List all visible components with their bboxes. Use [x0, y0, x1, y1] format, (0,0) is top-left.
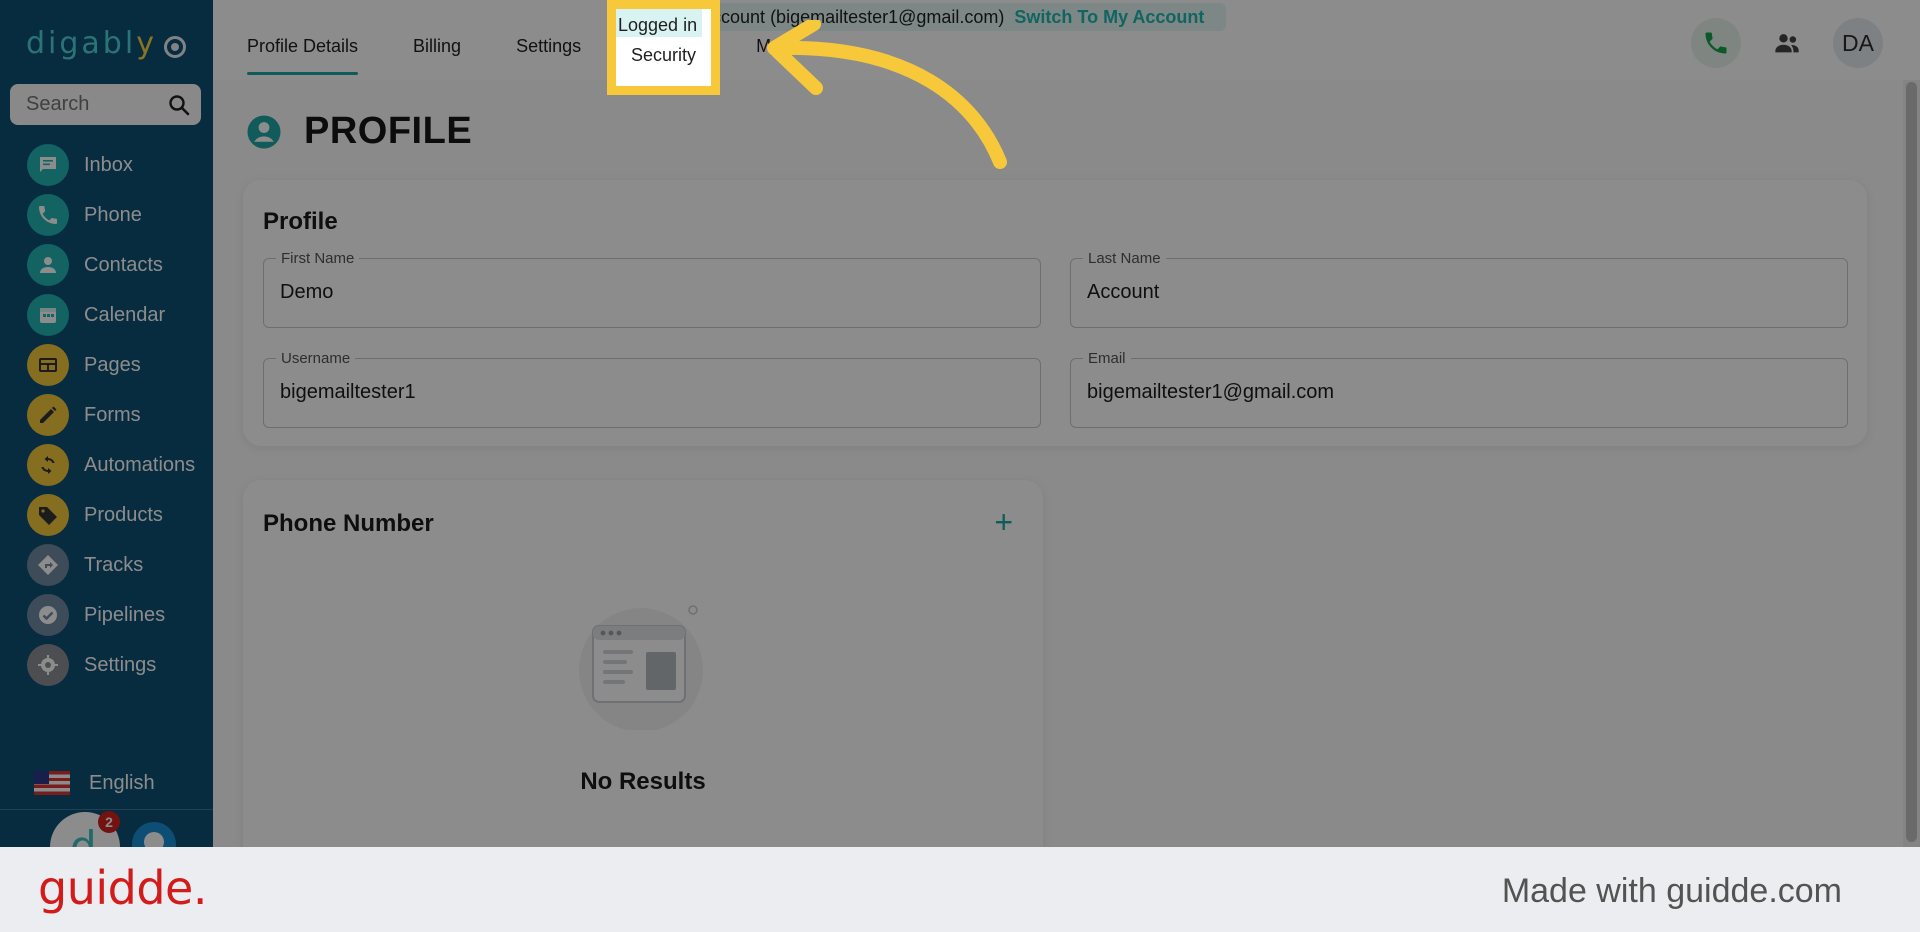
- profile-card: Profile First Name Last Name Username Em…: [243, 180, 1867, 446]
- username-input[interactable]: [280, 381, 979, 404]
- sidebar-item-pages[interactable]: Pages: [0, 340, 213, 390]
- sidebar-nav: Inbox Phone Contacts Calendar Pages Forms Auto…: [0, 140, 213, 690]
- sidebar-item-label: Pages: [84, 353, 141, 376]
- gear-icon: [27, 644, 69, 686]
- field-label: Last Name: [1083, 250, 1166, 267]
- refresh-icon: [27, 444, 69, 486]
- user-icon[interactable]: [132, 822, 176, 847]
- tab-profile-details[interactable]: Profile Details: [247, 0, 359, 76]
- phone-number-card: Phone Number + No Results: [243, 480, 1043, 847]
- tag-icon: [27, 494, 69, 536]
- sidebar-item-products[interactable]: Products: [0, 490, 213, 540]
- sidebar-item-calendar[interactable]: Calendar: [0, 290, 213, 340]
- language-selector[interactable]: English: [34, 771, 155, 795]
- calendar-icon: [27, 294, 69, 336]
- sidebar-item-label: Automations: [84, 453, 196, 476]
- impersonation-banner: s Demo Account (bigemailtester1@gmail.co…: [620, 3, 1227, 31]
- layout-icon: [27, 344, 69, 386]
- scrollbar-thumb[interactable]: [1906, 82, 1917, 842]
- made-with-text: Made with guidde.com: [1501, 872, 1842, 910]
- page-title: PROFILE: [304, 110, 473, 152]
- sidebar-item-tracks[interactable]: Tracks: [0, 540, 213, 590]
- sidebar-item-contacts[interactable]: Contacts: [0, 240, 213, 290]
- sidebar-item-label: Inbox: [84, 153, 133, 176]
- top-bar: Profile Details Billing Settings Securit…: [213, 0, 1920, 80]
- avatar[interactable]: DA: [1833, 18, 1883, 68]
- sidebar-item-pipelines[interactable]: Pipelines: [0, 590, 213, 640]
- page-header: PROFILE: [246, 110, 472, 153]
- scrollbar[interactable]: [1903, 80, 1920, 847]
- sidebar-item-label: Contacts: [84, 253, 163, 276]
- sidebar-item-settings[interactable]: Settings: [0, 640, 213, 690]
- field-label: Username: [276, 350, 356, 367]
- card-title: Phone Number: [263, 510, 434, 537]
- guidde-logo: guidde.: [38, 861, 207, 915]
- impersonation-text: s Demo Account (bigemailtester1@gmail.co…: [634, 6, 1005, 27]
- sidebar-item-inbox[interactable]: Inbox: [0, 140, 213, 190]
- sidebar-item-label: Settings: [84, 653, 157, 676]
- record-icon[interactable]: [164, 36, 186, 58]
- sidebar-item-phone[interactable]: Phone: [0, 190, 213, 240]
- sidebar-item-label: Phone: [84, 203, 142, 226]
- phone-icon: [27, 194, 69, 236]
- sidebar-item-label: Tracks: [84, 553, 144, 576]
- email-field: Email: [1070, 350, 1848, 428]
- chat-icon: [27, 144, 69, 186]
- search-input[interactable]: [10, 84, 160, 125]
- empty-state-illustration: [579, 605, 703, 730]
- us-flag-icon: [34, 771, 70, 795]
- app-logo[interactable]: digably: [26, 26, 157, 61]
- no-results-text: No Results: [580, 768, 706, 795]
- sidebar-item-label: Forms: [84, 403, 141, 426]
- pencil-icon: [27, 394, 69, 436]
- language-label: English: [89, 771, 155, 794]
- guidde-footer: guidde. Made with guidde.com: [0, 847, 1920, 932]
- main-content: PROFILE Profile First Name Last Name Use…: [213, 80, 1903, 847]
- check-circle-icon: [27, 594, 69, 636]
- switch-account-link[interactable]: Switch To My Account: [1014, 7, 1204, 28]
- search-icon[interactable]: [167, 93, 191, 117]
- people-icon: [1775, 34, 1799, 53]
- team-button[interactable]: [1762, 18, 1812, 68]
- sidebar-item-forms[interactable]: Forms: [0, 390, 213, 440]
- card-title: Profile: [263, 208, 338, 235]
- username-field: Username: [263, 350, 1041, 428]
- notification-badge: 2: [98, 811, 120, 833]
- tab-settings[interactable]: Settings: [516, 0, 581, 76]
- field-label: First Name: [276, 250, 360, 267]
- field-label: Email: [1083, 350, 1131, 367]
- sidebar-item-label: Products: [84, 503, 163, 526]
- add-phone-button[interactable]: +: [994, 506, 1013, 538]
- phone-icon: [1705, 32, 1727, 54]
- app-window: digably Inbox Phone Contacts Calendar Pages F…: [0, 0, 1920, 847]
- divider: [0, 809, 213, 810]
- first-name-input[interactable]: [280, 281, 979, 304]
- tab-billing[interactable]: Billing: [413, 0, 461, 76]
- person-icon: [27, 244, 69, 286]
- sidebar-item-automations[interactable]: Automations: [0, 440, 213, 490]
- directions-icon: [27, 544, 69, 586]
- sidebar: digably Inbox Phone Contacts Calendar Pages F…: [0, 0, 213, 847]
- sidebar-item-label: Calendar: [84, 303, 166, 326]
- sidebar-item-label: Pipelines: [84, 603, 166, 626]
- search-box: [10, 84, 201, 125]
- account-circle-icon: [247, 115, 281, 148]
- phone-call-button[interactable]: [1691, 18, 1741, 68]
- first-name-field: First Name: [263, 250, 1041, 328]
- last-name-input[interactable]: [1087, 281, 1786, 304]
- last-name-field: Last Name: [1070, 250, 1848, 328]
- email-input[interactable]: [1087, 381, 1786, 404]
